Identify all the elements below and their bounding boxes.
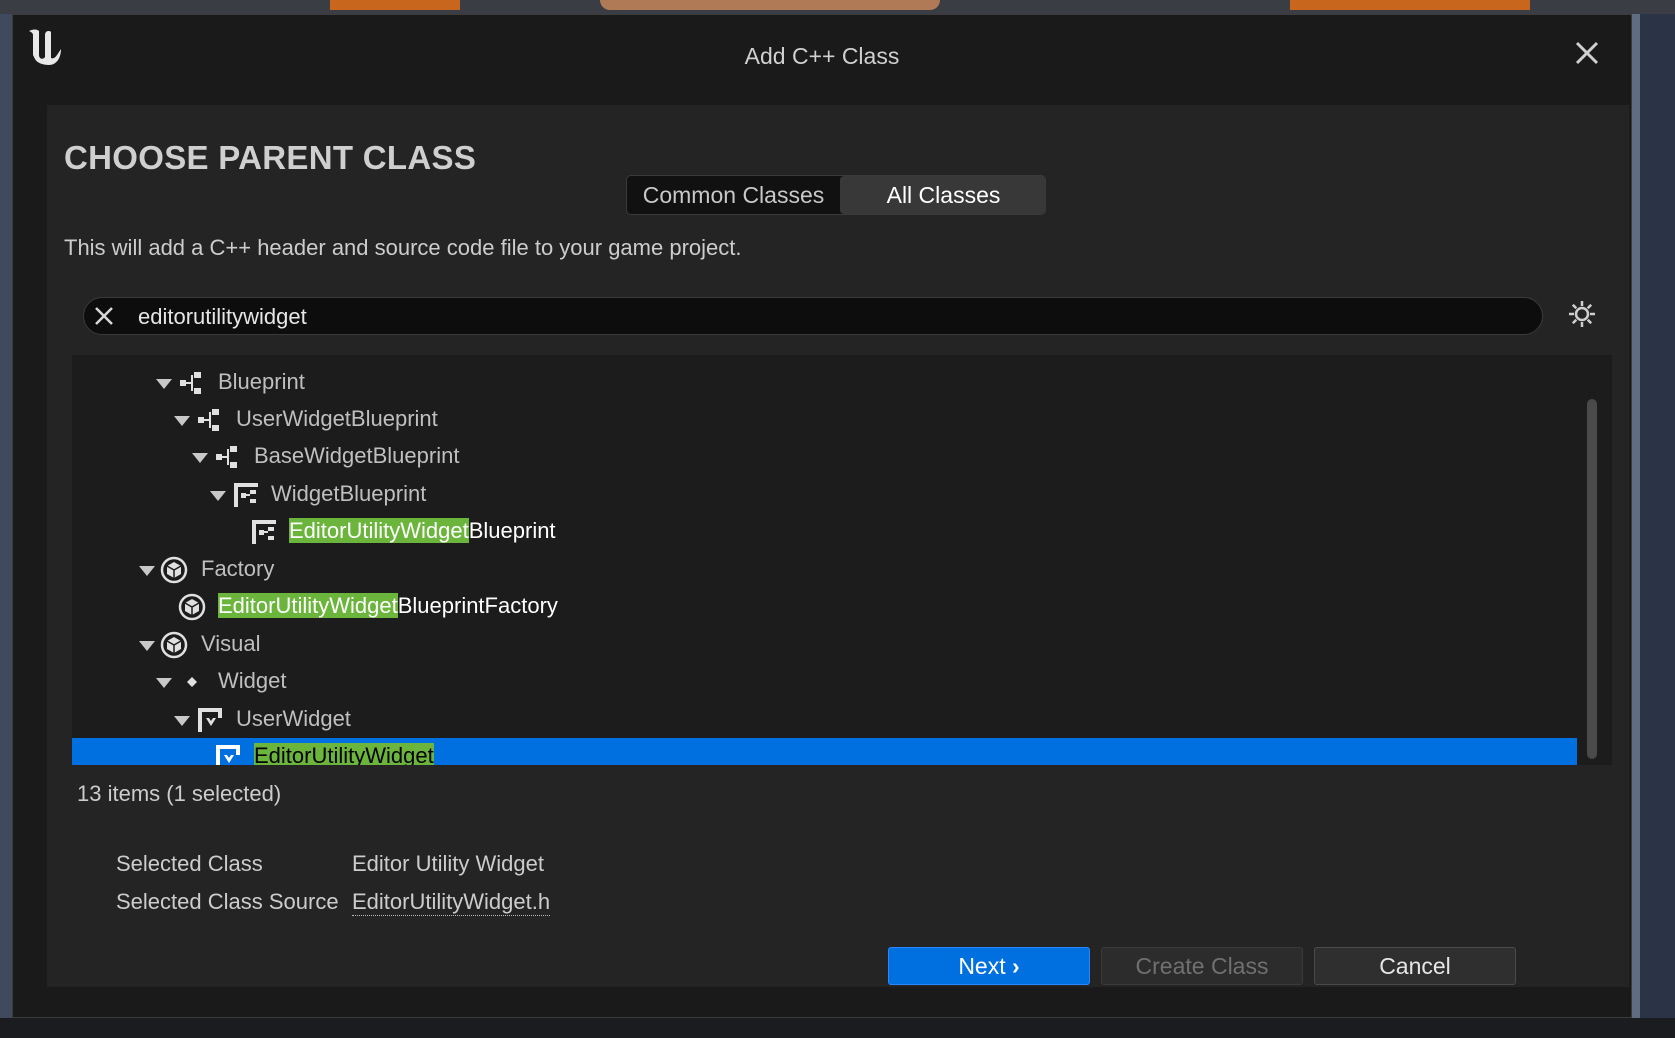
tree-row[interactable]: Factory — [72, 551, 1577, 588]
gear-icon[interactable] — [1567, 299, 1597, 329]
desktop-background-bottom — [0, 1018, 1675, 1038]
expand-arrow-icon[interactable] — [156, 379, 172, 389]
blueprint-hierarchy-icon — [180, 372, 201, 394]
search-match-highlight: EditorUtilityWidget — [218, 593, 398, 618]
tree-row-label: BaseWidgetBlueprint — [254, 443, 460, 468]
parent-class-panel: CHOOSE PARENT CLASS Common Classes All C… — [47, 105, 1629, 987]
desktop-background-top — [0, 0, 1675, 14]
blueprint-hierarchy-icon — [198, 409, 219, 431]
tree-scrollbar[interactable] — [1587, 399, 1597, 759]
tree-row[interactable]: WidgetBlueprint — [72, 476, 1577, 513]
selected-class-label: Selected Class — [116, 851, 263, 876]
class-cube-icon — [178, 593, 206, 621]
tree-row-label-rest: BlueprintFactory — [397, 593, 558, 618]
class-filter-toggle: Common Classes All Classes — [626, 175, 1046, 215]
class-cube-icon — [160, 556, 188, 584]
next-button[interactable]: Next › — [888, 947, 1090, 985]
tree-row-label-rest: Blueprint — [468, 518, 556, 543]
create-class-button[interactable]: Create Class — [1101, 947, 1303, 985]
widget-blueprint-icon — [234, 483, 258, 507]
tree-row-label: Blueprint — [218, 369, 305, 394]
item-count: 13 items (1 selected) — [77, 781, 282, 806]
tree-row[interactable]: Widget — [72, 663, 1577, 700]
class-tree: Blueprint UserWidgetBlueprint BaseWidget… — [72, 355, 1612, 765]
tree-row[interactable]: UserWidget — [72, 701, 1577, 738]
expand-arrow-icon[interactable] — [174, 416, 190, 426]
tab-all-classes[interactable]: All Classes — [840, 176, 1045, 214]
desktop-background-right — [1640, 14, 1675, 1038]
desktop-bg-shape — [1290, 0, 1530, 10]
tree-row-selected[interactable]: EditorUtilityWidget — [72, 738, 1577, 765]
tree-row[interactable]: BaseWidgetBlueprint — [72, 438, 1577, 475]
expand-arrow-icon[interactable] — [210, 491, 226, 501]
tree-row-label: EditorUtilityWidget — [254, 743, 434, 765]
tree-row-label: EditorUtilityWidgetBlueprintFactory — [218, 593, 558, 619]
selected-class-source-label: Selected Class Source — [116, 889, 339, 914]
class-cube-icon — [160, 631, 188, 659]
desktop-bg-shape — [330, 0, 460, 10]
search-match-highlight: EditorUtilityWidget — [254, 743, 434, 765]
diamond-icon — [187, 677, 197, 687]
expand-arrow-icon[interactable] — [174, 716, 190, 726]
search-match-highlight: EditorUtilityWidget — [289, 518, 469, 543]
blueprint-hierarchy-icon — [216, 446, 237, 468]
expand-arrow-icon[interactable] — [139, 641, 155, 651]
desktop-background-left — [0, 14, 12, 1038]
tree-row[interactable]: EditorUtilityWidgetBlueprintFactory — [72, 588, 1577, 625]
close-icon[interactable] — [1569, 35, 1605, 71]
user-widget-icon — [216, 745, 240, 765]
tree-row-label: EditorUtilityWidgetBlueprint — [289, 518, 556, 544]
tab-common-classes[interactable]: Common Classes — [627, 176, 840, 214]
description-text: This will add a C++ header and source co… — [64, 235, 742, 260]
tree-row[interactable]: Visual — [72, 626, 1577, 663]
search-input[interactable] — [136, 301, 1520, 333]
add-cpp-class-dialog: Add C++ Class CHOOSE PARENT CLASS Common… — [12, 14, 1632, 1018]
selected-class-source-link[interactable]: EditorUtilityWidget.h — [352, 889, 551, 916]
tree-row-label: WidgetBlueprint — [271, 481, 427, 506]
tree-row[interactable]: Blueprint — [72, 364, 1577, 401]
dialog-titlebar[interactable]: Add C++ Class — [13, 15, 1631, 93]
page-title: CHOOSE PARENT CLASS — [64, 139, 477, 176]
desktop-bg-shape — [600, 0, 940, 10]
expand-arrow-icon[interactable] — [192, 453, 208, 463]
selected-class-value: Editor Utility Widget — [352, 851, 544, 876]
user-widget-icon — [198, 708, 222, 732]
tree-row-label: UserWidgetBlueprint — [236, 406, 438, 431]
cancel-button[interactable]: Cancel — [1314, 947, 1516, 985]
tree-row-label: Visual — [201, 631, 261, 656]
chevron-right-icon: › — [1012, 953, 1020, 979]
tree-row-label: Factory — [201, 556, 275, 581]
expand-arrow-icon[interactable] — [156, 678, 172, 688]
clear-search-icon[interactable] — [92, 304, 116, 328]
dialog-title: Add C++ Class — [744, 43, 900, 69]
expand-arrow-icon[interactable] — [139, 566, 155, 576]
tree-row-label: UserWidget — [236, 706, 351, 731]
tree-row-label: Widget — [218, 668, 287, 693]
class-search-box — [83, 297, 1543, 335]
next-button-label: Next — [958, 953, 1006, 979]
tree-row[interactable]: UserWidgetBlueprint — [72, 401, 1577, 438]
tree-row[interactable]: EditorUtilityWidgetBlueprint — [72, 513, 1577, 550]
widget-blueprint-icon — [252, 520, 276, 544]
